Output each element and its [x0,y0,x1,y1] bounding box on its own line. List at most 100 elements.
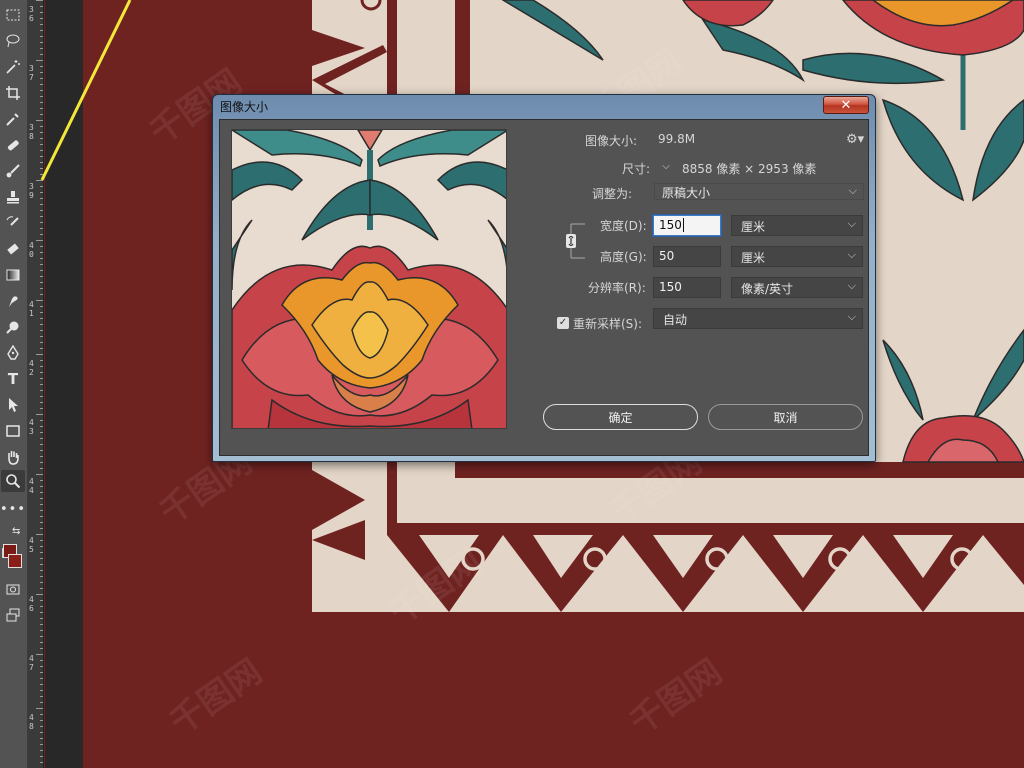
screen-mode-icon[interactable] [1,604,25,626]
ruler-tick [40,318,43,319]
ruler-tick [40,372,43,373]
ruler-tick [40,336,43,337]
ruler-tick [40,156,43,157]
ruler-label: 4 [29,300,34,309]
cancel-button[interactable]: 取消 [708,404,863,430]
ruler-tick [36,300,43,301]
resample-checkbox[interactable]: ✓ [557,317,569,329]
ruler-tick [40,588,43,589]
ruler-tick [40,228,43,229]
ruler-tick [40,510,43,511]
fit-to-select[interactable]: 原稿大小 ⌵ [654,183,864,200]
height-unit-select[interactable]: 厘米 ⌵ [731,246,863,267]
clone-stamp-tool-icon[interactable] [1,186,25,208]
image-size-label: 图像大小: [585,134,638,148]
ruler-tick [40,30,43,31]
ruler-tick [40,330,43,331]
ruler-tick [40,702,43,703]
ruler-tick [40,90,43,91]
type-tool-icon[interactable]: T [1,368,25,390]
ruler-tick [40,324,43,325]
ruler-tick [40,210,43,211]
ruler-tick [40,288,43,289]
ruler-tick [40,246,43,247]
ruler-tick [40,282,43,283]
ruler-tick [36,0,43,1]
ruler-tick [40,546,43,547]
brush-tool-icon[interactable] [1,160,25,182]
ruler-tick [40,672,43,673]
fit-to-label: 调整为: [592,187,633,201]
dimensions-unit-chevron-icon[interactable]: ⌵ [658,161,674,175]
ruler-label: 1 [29,309,34,318]
fit-to-value: 原稿大小 [662,186,711,200]
pen-tool-icon[interactable] [1,342,25,364]
quick-mask-icon[interactable] [1,578,25,600]
dialog-titlebar[interactable]: 图像大小 ✕ [213,95,875,117]
width-input[interactable]: 150 [653,215,721,236]
more-tools-icon[interactable]: ••• [0,498,25,520]
image-size-value: 99.8M [658,132,696,146]
ruler-tick [40,450,43,451]
eyedropper-tool-icon[interactable] [1,108,25,130]
ruler-tick [40,204,43,205]
ruler-tick [40,678,43,679]
ruler-tick [40,138,43,139]
ruler-tick [40,756,43,757]
text-caret [682,218,684,232]
ruler-label: 4 [29,536,34,545]
ruler-tick [36,708,43,709]
ruler-tick [40,552,43,553]
healing-brush-tool-icon[interactable] [1,134,25,156]
swap-colors-icon[interactable]: ⇆ [12,526,20,537]
rectangle-tool-icon[interactable] [1,420,25,442]
path-selection-tool-icon[interactable] [1,394,25,416]
ruler-tick [40,564,43,565]
image-preview[interactable] [231,129,507,429]
ruler-tick [40,144,43,145]
ruler-tick [40,408,43,409]
resample-select[interactable]: 自动 ⌵ [653,308,863,329]
ruler-label: 3 [29,427,34,436]
ok-button[interactable]: 确定 [543,404,698,430]
ruler-tick [40,480,43,481]
ruler-tick [40,726,43,727]
ruler-tick [40,360,43,361]
ruler-tick [40,390,43,391]
ruler-tick [40,312,43,313]
smudge-tool-icon[interactable] [1,290,25,312]
ruler-tick [40,600,43,601]
ruler-label: 4 [29,654,34,663]
ruler-tick [40,570,43,571]
height-input[interactable]: 50 [653,246,721,267]
ruler-tick [40,294,43,295]
close-button[interactable]: ✕ [823,96,869,114]
width-unit-select[interactable]: 厘米 ⌵ [731,215,863,236]
ruler-tick [40,558,43,559]
magic-wand-tool-icon[interactable] [1,56,25,78]
ruler-tick [40,582,43,583]
ruler-tick [40,528,43,529]
constrain-proportions-link-icon[interactable] [565,222,587,260]
resolution-input[interactable]: 150 [653,277,721,298]
ruler-tick [40,198,43,199]
ruler-label: 7 [29,73,34,82]
zoom-tool-icon[interactable] [1,470,25,492]
crop-tool-icon[interactable] [1,82,25,104]
resolution-unit-select[interactable]: 像素/英寸 ⌵ [731,277,863,298]
ruler-tick [36,60,43,61]
hand-tool-icon[interactable] [1,446,25,468]
settings-gear-icon[interactable]: ⚙▾ [846,132,864,147]
gradient-tool-icon[interactable] [1,264,25,286]
dodge-tool-icon[interactable] [1,316,25,338]
ruler-label: 8 [29,722,34,731]
eraser-tool-icon[interactable] [1,238,25,260]
marquee-tool-icon[interactable] [1,4,25,26]
ruler-tick [40,468,43,469]
background-color-swatch[interactable] [8,554,22,568]
chevron-down-icon: ⌵ [848,184,857,197]
ruler-tick [40,456,43,457]
lasso-tool-icon[interactable] [1,30,25,52]
ruler-tick [40,660,43,661]
history-brush-tool-icon[interactable] [1,212,25,234]
